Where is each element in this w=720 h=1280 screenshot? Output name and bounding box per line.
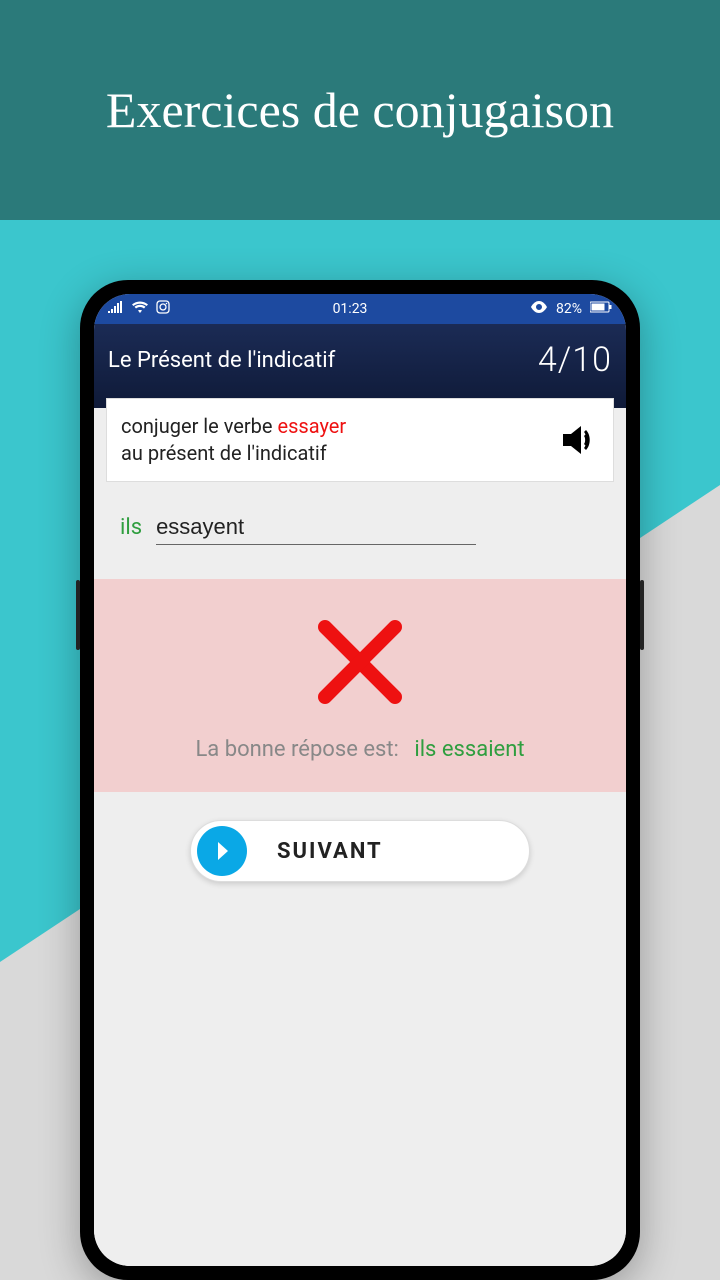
- wifi-icon: [132, 301, 148, 317]
- battery-percent: 82%: [556, 301, 582, 317]
- phone-screen: 01:23 82% Le Présent de l'indicatif 4/10: [94, 294, 626, 1266]
- audio-button[interactable]: [555, 418, 599, 462]
- pronoun-label: ils: [120, 515, 142, 540]
- feedback-panel: La bonne répose est: ils essaient: [94, 579, 626, 792]
- status-time: 01:23: [333, 301, 368, 317]
- progress-counter: 4/10: [538, 340, 612, 380]
- next-label: SUIVANT: [277, 839, 383, 864]
- instruction-card: conjuger le verbe essayer au présent de …: [106, 398, 614, 482]
- instagram-icon: [156, 300, 170, 318]
- answer-row: ils: [94, 482, 626, 553]
- instruction-text: conjuger le verbe essayer au présent de …: [121, 413, 346, 467]
- correct-answer-line: La bonne répose est: ils essaient: [114, 737, 606, 762]
- exercise-content: conjuger le verbe essayer au présent de …: [94, 408, 626, 1266]
- chevron-right-icon: [209, 838, 235, 864]
- correct-answer: ils essaient: [414, 737, 524, 762]
- speaker-icon: [557, 420, 597, 460]
- instruction-prefix: conjuger le verbe: [121, 414, 277, 438]
- promo-banner: Exercices de conjugaison: [0, 0, 720, 220]
- next-icon-circle: [197, 826, 247, 876]
- battery-icon: [590, 301, 612, 317]
- status-bar: 01:23 82%: [94, 294, 626, 324]
- instruction-suffix: au présent de l'indicatif: [121, 441, 327, 465]
- incorrect-icon: [305, 607, 415, 717]
- banner-title: Exercices de conjugaison: [106, 81, 614, 139]
- phone-mockup: 01:23 82% Le Présent de l'indicatif 4/10: [80, 280, 640, 1280]
- next-button[interactable]: SUIVANT: [190, 820, 530, 882]
- answer-input[interactable]: [156, 510, 476, 545]
- eye-icon: [530, 301, 548, 317]
- signal-icon: [108, 301, 124, 317]
- instruction-verb: essayer: [277, 414, 346, 438]
- page-title: Le Présent de l'indicatif: [108, 348, 335, 373]
- correct-label: La bonne répose est:: [195, 737, 398, 762]
- app-header: Le Présent de l'indicatif 4/10: [94, 324, 626, 408]
